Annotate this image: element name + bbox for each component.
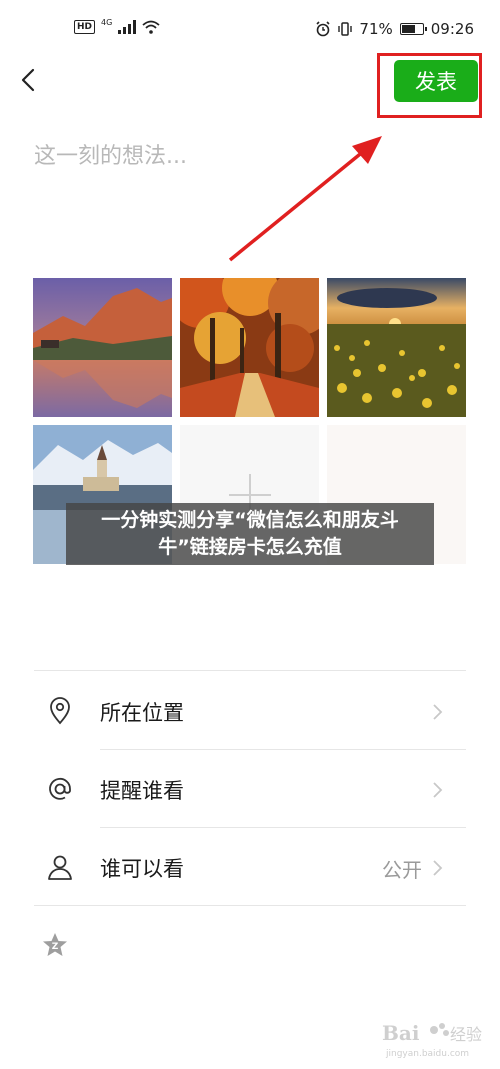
post-text-input[interactable]: 这一刻的想法...: [34, 138, 187, 170]
status-left: HD 4G: [74, 17, 160, 34]
caption-overlay: 一分钟实测分享“微信怎么和朋友斗 牛”链接房卡怎么充值: [66, 503, 434, 565]
svg-text:经验: 经验: [450, 1025, 482, 1044]
alarm-icon: [316, 21, 330, 37]
divider: [34, 905, 466, 906]
vibrate-icon: [338, 22, 353, 36]
svg-text:Bai: Bai: [382, 1021, 420, 1045]
option-visibility[interactable]: 谁可以看 公开: [34, 829, 466, 905]
battery-percent: 71%: [359, 20, 393, 38]
status-bar: HD 4G 71% 09:26: [0, 0, 500, 56]
option-location[interactable]: 所在位置: [34, 673, 466, 749]
chevron-right-icon: [433, 860, 443, 876]
option-mention[interactable]: 提醒谁看: [34, 751, 466, 827]
signal-icon: [118, 20, 137, 34]
clock: 09:26: [430, 20, 474, 38]
caption-line-1: 一分钟实测分享“微信怎么和朋友斗: [101, 509, 399, 531]
svg-text:jingyan.baidu.com: jingyan.baidu.com: [385, 1049, 469, 1059]
reminder-star-icon[interactable]: Z: [40, 930, 70, 960]
baidu-jingyan-watermark: Bai 经验 jingyan.baidu.com: [380, 1016, 490, 1060]
hd-badge: HD: [74, 20, 96, 34]
chevron-right-icon: [433, 704, 443, 720]
status-right: 71% 09:26: [315, 20, 474, 38]
divider: [100, 827, 466, 828]
photo-thumbnail-flower-field[interactable]: [327, 278, 466, 417]
svg-text:Z: Z: [52, 942, 59, 952]
annotation-highlight-box: [377, 53, 482, 118]
option-label: 提醒谁看: [100, 779, 184, 803]
option-value: 公开: [382, 858, 422, 882]
photo-thumbnail-mountain-lake[interactable]: [33, 278, 172, 417]
wifi-icon: [142, 20, 160, 34]
person-icon: [48, 855, 72, 880]
annotation-arrow: [228, 136, 382, 262]
watermark-logo: Bai 经验 jingyan.baidu.com: [382, 1021, 482, 1059]
option-label: 谁可以看: [100, 857, 184, 881]
location-pin-icon: [50, 697, 70, 725]
divider: [100, 749, 466, 750]
chevron-right-icon: [433, 782, 443, 798]
back-arrow-icon[interactable]: [16, 66, 44, 94]
caption-line-2: 牛”链接房卡怎么充值: [158, 536, 342, 558]
photo-thumbnail-autumn-forest[interactable]: [180, 278, 319, 417]
divider: [34, 670, 466, 671]
option-label: 所在位置: [100, 701, 184, 725]
network-type: 4G: [101, 17, 113, 27]
battery-icon: [399, 23, 427, 35]
at-sign-icon: [49, 777, 71, 800]
